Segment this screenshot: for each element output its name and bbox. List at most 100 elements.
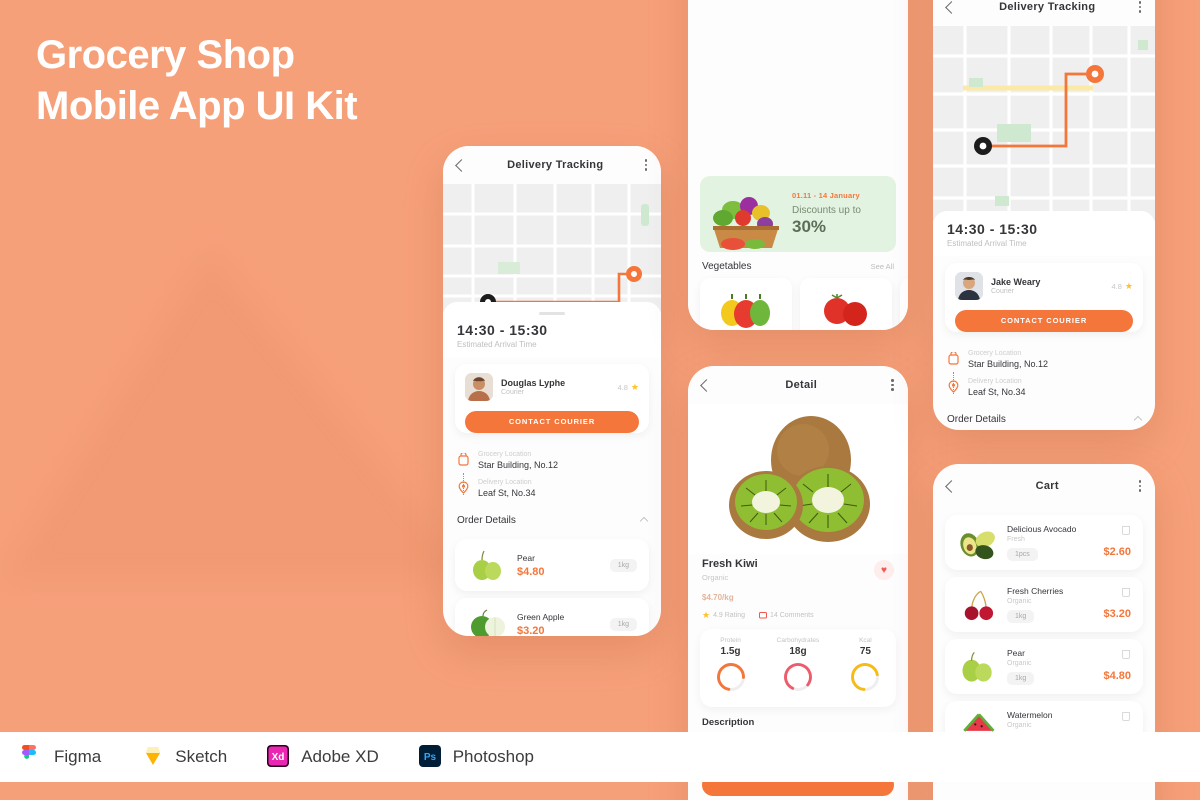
brand-label: Adobe XD <box>301 747 379 766</box>
cherries-image <box>957 588 999 622</box>
screen-header: Delivery Tracking <box>443 146 661 184</box>
screen-title: Delivery Tracking <box>507 159 604 171</box>
more-options-icon[interactable] <box>1138 480 1141 492</box>
back-icon[interactable] <box>945 479 958 493</box>
comments-meta[interactable]: 14 Comments <box>759 611 814 620</box>
favorite-heart-icon[interactable]: ♥ <box>874 560 894 580</box>
screen-title: Detail <box>785 379 818 391</box>
grocery-value: Star Building, No.12 <box>968 359 1049 369</box>
screen-header: Delivery Tracking <box>933 0 1155 26</box>
delivery-label: Delivery Location <box>968 378 1022 385</box>
grocery-label: Grocery Location <box>968 350 1022 357</box>
description-title: Description <box>702 717 755 728</box>
rating-text: 4.9 Rating <box>713 612 745 619</box>
route-dotted-line <box>463 473 464 495</box>
section-header-vegetables: Vegetables See All <box>688 252 908 278</box>
eta-time: 14:30 - 15:30 <box>457 322 548 338</box>
back-icon[interactable] <box>455 158 468 172</box>
order-details-label: Order Details <box>457 515 516 526</box>
brand-label: Photoshop <box>452 747 535 766</box>
nutrition-item: Protein 1.5g <box>716 637 746 697</box>
screen-header: Detail <box>688 366 908 404</box>
courier-rating: 4.8 ★ <box>1111 281 1133 292</box>
chevron-up-icon[interactable] <box>639 516 649 525</box>
more-options-icon[interactable] <box>644 159 647 171</box>
courier-info: Douglas Lyphe Courier 4.8 ★ <box>455 364 649 407</box>
item-price: $4.80 <box>1103 670 1131 682</box>
comments-text: 14 Comments <box>770 612 814 619</box>
section-title: Vegetables <box>702 261 752 272</box>
delete-icon[interactable] <box>1122 588 1130 597</box>
cart-item-row[interactable]: Pear Organic 1kg $4.80 <box>945 639 1143 694</box>
product-price: $4.70/kg <box>702 587 894 604</box>
item-tag: Fresh <box>1007 536 1025 543</box>
courier-card: Jake Weary Courier 4.8 ★ CONTACT COURIER <box>945 263 1143 332</box>
product-name: Fresh Kiwi <box>702 558 758 570</box>
screen-title: Cart <box>1035 480 1059 492</box>
grocery-location: Grocery Location Star Building, No.12 <box>457 451 647 470</box>
nutrition-key: Carbohydrates <box>776 637 820 644</box>
order-details-header[interactable]: Order Details <box>443 511 661 532</box>
eta-label: Estimated Arrival Time <box>457 340 537 349</box>
order-item-row[interactable]: Green Apple $3.20 1kg <box>455 598 649 636</box>
store-icon <box>947 350 960 369</box>
nutrition-value: 18g <box>789 646 807 657</box>
back-icon[interactable] <box>945 0 958 14</box>
delete-icon[interactable] <box>1122 526 1130 535</box>
hero-line-2: Mobile App UI Kit <box>36 84 358 129</box>
delivery-location: Delivery Location Leaf St, No.34 <box>457 479 647 498</box>
order-details-header[interactable]: Order Details <box>933 410 1155 430</box>
delete-icon[interactable] <box>1122 712 1130 721</box>
promo-banner[interactable]: 01.11 - 14 January Discounts up to 30% <box>700 176 896 252</box>
order-details-label: Order Details <box>947 414 1006 425</box>
order-item-row[interactable]: Pear $4.80 1kg <box>455 539 649 591</box>
delete-icon[interactable] <box>1122 650 1130 659</box>
delivery-label: Delivery Location <box>478 479 532 486</box>
nutrition-key: Protein <box>720 637 741 644</box>
item-quantity[interactable]: 1pcs <box>1007 548 1038 561</box>
courier-card: Douglas Lyphe Courier 4.8 ★ CONTACT COUR… <box>455 364 649 433</box>
product-info: ♥ Fresh Kiwi Organic $4.70/kg ★ 4.9 Rati… <box>688 554 908 621</box>
rating-value: 4.8 <box>1111 281 1122 291</box>
nutrition-value: 1.5g <box>720 646 741 657</box>
nutrition-key: Kcal <box>859 637 872 644</box>
product-row-vegetables: Colorful Pepper Fresh $3.20/kg + Fresh T… <box>688 278 908 330</box>
product-card[interactable]: Fresh Tomatoes Organic $2.60/kg + <box>800 278 892 330</box>
see-all-link[interactable]: See All <box>871 262 894 271</box>
cart-item-row[interactable]: Fresh Cherries Organic 1kg $3.20 <box>945 577 1143 632</box>
screen-title: Delivery Tracking <box>999 1 1096 13</box>
item-quantity[interactable]: 1kg <box>1007 610 1035 623</box>
back-icon[interactable] <box>700 378 713 392</box>
item-name: Watermelon <box>1007 710 1053 720</box>
svg-text:Ps: Ps <box>424 752 437 763</box>
item-quantity[interactable]: 1kg <box>1007 672 1035 685</box>
more-options-icon[interactable] <box>891 379 894 391</box>
product-card-clipped[interactable]: Fr Or $ <box>900 278 908 330</box>
eta-time: 14:30 - 15:30 <box>947 221 1038 237</box>
courier-role: Courier <box>501 389 524 396</box>
contact-courier-button[interactable]: CONTACT COURIER <box>955 310 1133 332</box>
contact-courier-button[interactable]: CONTACT COURIER <box>465 411 639 433</box>
brand-label: Figma <box>54 747 102 766</box>
cart-item-row[interactable]: Delicious Avocado Fresh 1pcs $2.60 <box>945 515 1143 570</box>
nutrition-ring <box>851 663 880 691</box>
hero-line-1: Grocery Shop <box>36 33 295 77</box>
photoshop-logo-icon: Ps <box>418 745 443 769</box>
item-name: Pear <box>517 552 535 563</box>
banner-line-1: Discounts up to <box>792 205 861 216</box>
more-options-icon[interactable] <box>1138 1 1141 13</box>
courier-name: Jake Weary <box>991 277 1041 287</box>
tracking-map[interactable] <box>933 26 1155 221</box>
tracking-map[interactable] <box>443 184 661 312</box>
eta-panel: 14:30 - 15:30 Estimated Arrival Time <box>933 211 1155 256</box>
delivery-location: Delivery Location Leaf St, No.34 <box>947 378 1141 397</box>
banner-line-2: 30% <box>792 217 827 236</box>
brand-sketch: Sketch <box>141 745 227 769</box>
product-card[interactable]: Colorful Pepper Fresh $3.20/kg + <box>700 278 792 330</box>
chevron-up-icon[interactable] <box>1133 415 1143 424</box>
item-name: Pear <box>1007 648 1025 658</box>
drag-handle[interactable] <box>539 312 565 315</box>
locations-panel: Grocery Location Star Building, No.12 De… <box>933 342 1155 410</box>
delivery-value: Leaf St, No.34 <box>478 488 536 498</box>
item-tag: Organic <box>1007 598 1032 605</box>
